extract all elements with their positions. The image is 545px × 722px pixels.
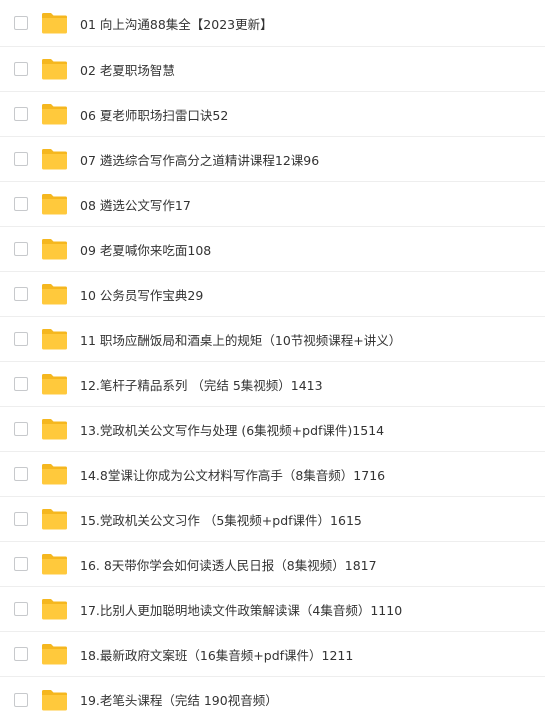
select-checkbox[interactable] <box>14 692 28 707</box>
select-checkbox[interactable] <box>14 557 28 571</box>
select-checkbox[interactable] <box>14 287 28 301</box>
select-checkbox[interactable] <box>14 242 28 256</box>
list-item[interactable]: 01 向上沟通88集全【2023更新】 <box>0 0 545 47</box>
folder-name[interactable]: 02 老夏职场智慧 <box>80 60 175 79</box>
select-checkbox[interactable] <box>14 16 28 30</box>
folder-name[interactable]: 09 老夏喊你来吃面108 <box>80 240 211 259</box>
folder-icon <box>41 463 68 485</box>
select-checkbox[interactable] <box>14 602 28 616</box>
list-item[interactable]: 02 老夏职场智慧 <box>0 47 545 92</box>
folder-icon <box>41 418 68 440</box>
folder-icon <box>41 689 68 711</box>
select-checkbox[interactable] <box>14 647 28 661</box>
folder-icon <box>41 328 68 350</box>
folder-name[interactable]: 16. 8天带你学会如何读透人民日报（8集视频）1817 <box>80 555 377 574</box>
folder-name[interactable]: 17.比别人更加聪明地读文件政策解读课（4集音频）1110 <box>80 600 402 619</box>
folder-icon <box>41 148 68 170</box>
file-list: 01 向上沟通88集全【2023更新】 02 老夏职场智慧 06 夏老师职场扫雷… <box>0 0 545 722</box>
select-checkbox[interactable] <box>14 107 28 121</box>
folder-icon <box>41 643 68 665</box>
list-item[interactable]: 11 职场应酬饭局和酒桌上的规矩（10节视频课程+讲义） <box>0 317 545 362</box>
folder-name[interactable]: 07 遴选综合写作高分之道精讲课程12课96 <box>80 150 319 169</box>
list-item[interactable]: 14.8堂课让你成为公文材料写作高手（8集音频）1716 <box>0 452 545 497</box>
folder-name[interactable]: 11 职场应酬饭局和酒桌上的规矩（10节视频课程+讲义） <box>80 330 401 349</box>
folder-name[interactable]: 10 公务员写作宝典29 <box>80 285 203 304</box>
folder-icon <box>41 12 68 34</box>
folder-icon <box>41 598 68 620</box>
folder-icon <box>41 283 68 305</box>
folder-name[interactable]: 13.党政机关公文写作与处理 (6集视频+pdf课件)1514 <box>80 420 384 439</box>
folder-icon <box>41 193 68 215</box>
list-item[interactable]: 16. 8天带你学会如何读透人民日报（8集视频）1817 <box>0 542 545 587</box>
folder-name[interactable]: 15.党政机关公文习作 （5集视频+pdf课件）1615 <box>80 510 362 529</box>
folder-icon <box>41 373 68 395</box>
folder-name[interactable]: 19.老笔头课程（完结 190视音频） <box>80 690 278 709</box>
select-checkbox[interactable] <box>14 332 28 346</box>
select-checkbox[interactable] <box>14 197 28 211</box>
list-item[interactable]: 12.笔杆子精品系列 （完结 5集视频）1413 <box>0 362 545 407</box>
list-item[interactable]: 13.党政机关公文写作与处理 (6集视频+pdf课件)1514 <box>0 407 545 452</box>
select-checkbox[interactable] <box>14 422 28 436</box>
folder-name[interactable]: 08 遴选公文写作17 <box>80 195 191 214</box>
list-item[interactable]: 17.比别人更加聪明地读文件政策解读课（4集音频）1110 <box>0 587 545 632</box>
folder-name[interactable]: 06 夏老师职场扫雷口诀52 <box>80 105 228 124</box>
select-checkbox[interactable] <box>14 377 28 391</box>
folder-name[interactable]: 18.最新政府文案班（16集音频+pdf课件）1211 <box>80 645 353 664</box>
folder-icon <box>41 103 68 125</box>
folder-name[interactable]: 12.笔杆子精品系列 （完结 5集视频）1413 <box>80 375 323 394</box>
list-item[interactable]: 18.最新政府文案班（16集音频+pdf课件）1211 <box>0 632 545 677</box>
list-item[interactable]: 07 遴选综合写作高分之道精讲课程12课96 <box>0 137 545 182</box>
folder-icon <box>41 58 68 80</box>
folder-name[interactable]: 01 向上沟通88集全【2023更新】 <box>80 14 273 33</box>
select-checkbox[interactable] <box>14 152 28 166</box>
list-item[interactable]: 19.老笔头课程（完结 190视音频） <box>0 677 545 722</box>
select-checkbox[interactable] <box>14 467 28 481</box>
folder-name[interactable]: 14.8堂课让你成为公文材料写作高手（8集音频）1716 <box>80 465 385 484</box>
list-item[interactable]: 09 老夏喊你来吃面108 <box>0 227 545 272</box>
list-item[interactable]: 10 公务员写作宝典29 <box>0 272 545 317</box>
select-checkbox[interactable] <box>14 512 28 526</box>
list-item[interactable]: 15.党政机关公文习作 （5集视频+pdf课件）1615 <box>0 497 545 542</box>
folder-icon <box>41 508 68 530</box>
list-item[interactable]: 06 夏老师职场扫雷口诀52 <box>0 92 545 137</box>
select-checkbox[interactable] <box>14 62 28 76</box>
list-item[interactable]: 08 遴选公文写作17 <box>0 182 545 227</box>
folder-icon <box>41 238 68 260</box>
folder-icon <box>41 553 68 575</box>
